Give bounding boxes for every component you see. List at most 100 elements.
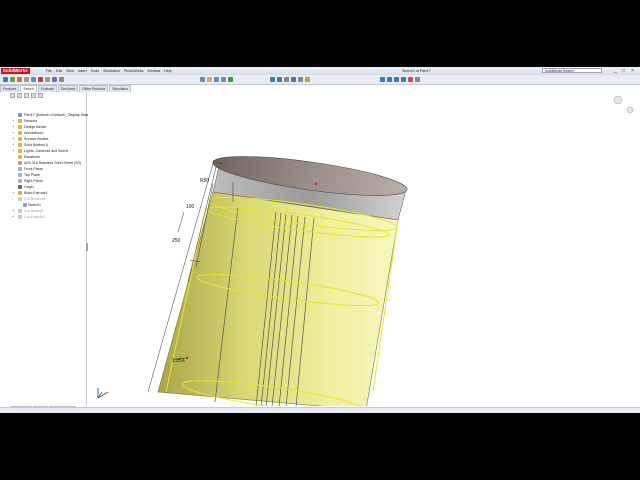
menu-edit[interactable]: Edit (56, 68, 62, 74)
folder-icon (18, 155, 22, 159)
sketch-tool-icon[interactable] (3, 77, 8, 82)
line-tool-icon[interactable] (17, 77, 22, 82)
folder-icon (18, 137, 22, 141)
dimension-125x[interactable]: 1.25X (172, 358, 186, 364)
cut-extrude-icon (18, 215, 22, 219)
circle-tool-icon[interactable] (31, 77, 36, 82)
tree-item-label: Sketch1 (28, 203, 41, 207)
command-toolbar (0, 75, 640, 85)
document-title: Sketch1 of Part17 (402, 69, 431, 73)
tree-item-label: Origin (24, 185, 34, 189)
status-bar (0, 407, 640, 413)
dimension-100[interactable]: 100 (186, 204, 195, 210)
tree-item-label: Annotations (24, 131, 43, 135)
section-view-icon[interactable] (284, 77, 289, 82)
tree-item-label: AISI 316 Stainless Steel Sheet (SS) (24, 161, 82, 165)
sketch-icon (23, 203, 27, 207)
coordinate-triad-icon (97, 388, 109, 399)
tree-item-label: Lights, Cameras and Scene (24, 149, 69, 153)
command-manager-tabs: Features Sketch Evaluate DimXpert Office… (0, 85, 132, 92)
menu-help[interactable]: Help (164, 68, 171, 74)
menu-simulation[interactable]: Simulation (103, 68, 120, 74)
minimize-button[interactable]: _ (614, 68, 617, 74)
view-top-icon[interactable] (387, 77, 392, 82)
tab-evaluate[interactable]: Evaluate (37, 85, 57, 92)
zoom-area-icon[interactable] (277, 77, 282, 82)
tree-item-label: Cut-Sweep1 (24, 209, 44, 213)
menu-photoworks[interactable]: PhotoWorks (124, 68, 144, 74)
trim-tool-icon[interactable] (52, 77, 57, 82)
cylinder-body[interactable] (157, 148, 409, 411)
confirmation-corner-icon[interactable] (613, 95, 634, 114)
menu-insert[interactable]: Insert (78, 68, 87, 74)
dimension-r50[interactable]: R50 (200, 178, 209, 184)
graphics-area[interactable]: R50 100 250 1.25X (88, 92, 640, 413)
tab-dimxpert[interactable]: DimXpert (57, 85, 79, 92)
tree-item-label: Design Binder (24, 125, 47, 129)
solidworks-logo: SolidWorks (1, 68, 30, 74)
tree-item-label: Cut-Extrude1 (24, 215, 46, 219)
close-button[interactable]: × (631, 68, 634, 74)
menu-view[interactable]: View (66, 68, 74, 74)
view-settings-icon[interactable] (415, 77, 420, 82)
arc-tool-icon[interactable] (38, 77, 43, 82)
folder-icon (18, 119, 22, 123)
property-manager-tab-icon[interactable] (17, 93, 22, 98)
folder-icon (18, 143, 22, 147)
undo-icon[interactable] (228, 77, 233, 82)
plane-icon (18, 167, 22, 171)
maximize-button[interactable]: □ (622, 68, 625, 74)
folder-icon (18, 125, 22, 129)
zoom-fit-icon[interactable] (270, 77, 275, 82)
spline-tool-icon[interactable] (45, 77, 50, 82)
dimension-250[interactable]: 250 (172, 238, 181, 244)
menu-bar: File Edit View Insert Tools Simulation P… (46, 68, 172, 74)
tab-features[interactable]: Features (0, 85, 20, 92)
tab-sketch[interactable]: Sketch (20, 85, 37, 92)
tree-item-label: Front Plane (24, 167, 43, 171)
part-icon (18, 113, 22, 117)
view-front-icon[interactable] (380, 77, 385, 82)
feature-tree-tab-icon[interactable] (10, 93, 15, 98)
tree-item-label: Equations (24, 155, 40, 159)
dimxpert-manager-tab-icon[interactable] (31, 93, 36, 98)
menu-tools[interactable]: Tools (91, 68, 99, 74)
view-right-icon[interactable] (394, 77, 399, 82)
smart-dimension-icon[interactable] (10, 77, 15, 82)
menu-file[interactable]: File (46, 68, 52, 74)
save-icon[interactable] (214, 77, 219, 82)
hide-show-icon[interactable] (408, 77, 413, 82)
tab-simulation[interactable]: Simulation (109, 85, 132, 92)
plane-icon (18, 179, 22, 183)
mirror-tool-icon[interactable] (59, 77, 64, 82)
new-file-icon[interactable] (200, 77, 205, 82)
tree-item-label: Part17 (Default<<Default>_Display State-… (24, 113, 96, 117)
tree-item-cut-extrude[interactable]: + Cut-Extrude1 (12, 214, 86, 220)
feature-manager-panel: - Part17 (Default<<Default>_Display State… (0, 92, 96, 406)
view-iso-icon[interactable] (401, 77, 406, 82)
tree-item-label: Right Plane (24, 179, 43, 183)
folder-icon (18, 131, 22, 135)
display-manager-tab-icon[interactable] (38, 93, 43, 98)
model-view-svg: R50 100 250 1.25X (97, 95, 634, 413)
tree-item-label: Surface Bodies (24, 137, 49, 141)
expand-icon[interactable]: + (12, 214, 14, 220)
plane-icon (18, 173, 22, 177)
print-icon[interactable] (221, 77, 226, 82)
tree-item-label: Top Plane (24, 173, 40, 177)
solidworks-window: SolidWorks File Edit View Insert Tools S… (0, 67, 640, 413)
view-orientation-icon[interactable] (291, 77, 296, 82)
display-style-icon[interactable] (298, 77, 303, 82)
open-file-icon[interactable] (207, 77, 212, 82)
tree-item-label: Cut-Revolve1 (24, 197, 46, 201)
tab-office-products[interactable]: Office Products (79, 85, 109, 92)
folder-icon (18, 149, 22, 153)
menu-window[interactable]: Window (147, 68, 160, 74)
search-input[interactable]: SolidWorks Search (542, 68, 602, 73)
material-icon (18, 161, 22, 165)
revolve-icon (18, 197, 22, 201)
extrude-icon (18, 191, 22, 195)
rectangle-tool-icon[interactable] (24, 77, 29, 82)
appearance-icon[interactable] (305, 77, 310, 82)
configuration-manager-tab-icon[interactable] (24, 93, 29, 98)
